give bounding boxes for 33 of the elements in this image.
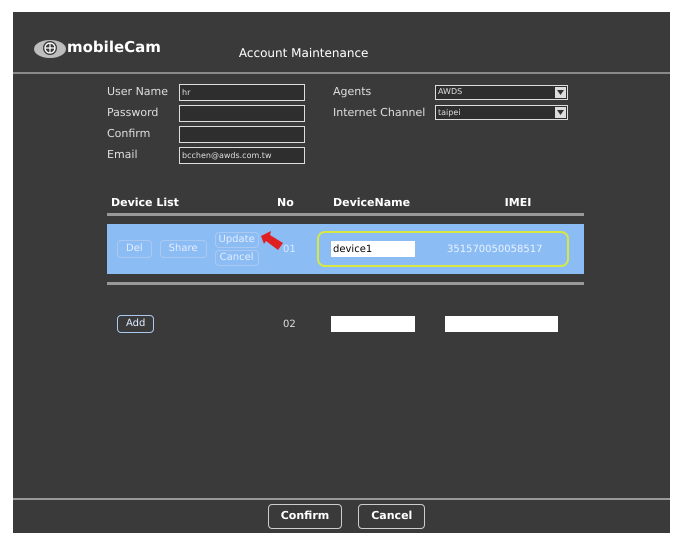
pointer-arrow-icon bbox=[259, 230, 285, 252]
field-label: Password bbox=[107, 105, 160, 122]
device-name-field[interactable]: device1 bbox=[331, 241, 415, 257]
dropdown-field[interactable]: taipei bbox=[435, 105, 568, 120]
row-number: 01 bbox=[283, 242, 296, 256]
device-name-field[interactable] bbox=[331, 316, 415, 332]
device-row[interactable]: Add 02 bbox=[107, 299, 584, 349]
footer-button[interactable]: Cancel bbox=[358, 504, 426, 529]
eye-globe-logo-icon bbox=[33, 38, 67, 60]
column-header: DeviceName bbox=[333, 195, 412, 212]
imei-text: 351570050058517 bbox=[447, 242, 544, 256]
row-number: 02 bbox=[283, 318, 296, 332]
field-label: User Name bbox=[107, 84, 170, 100]
dropdown-arrow-icon bbox=[555, 107, 566, 118]
text-field[interactable]: hr bbox=[179, 84, 305, 101]
footer-button[interactable]: Confirm bbox=[268, 504, 342, 529]
app-logo-text: mobileCam bbox=[67, 36, 161, 58]
field-label: Confirm bbox=[107, 126, 152, 142]
field-label: Agents bbox=[333, 84, 372, 100]
imei-field[interactable] bbox=[445, 316, 558, 332]
column-header: No bbox=[277, 195, 295, 212]
text-field[interactable] bbox=[179, 105, 305, 122]
column-header: Device List bbox=[110, 195, 180, 212]
field-label: Internet Channel bbox=[333, 104, 426, 120]
dropdown-field[interactable]: AWDS bbox=[435, 84, 568, 100]
page-title: Account Maintenance bbox=[238, 45, 368, 62]
text-field[interactable] bbox=[179, 126, 305, 143]
column-header: IMEI bbox=[504, 195, 532, 212]
text-field[interactable]: bcchen@awds.com.tw bbox=[179, 147, 305, 164]
field-label: Email bbox=[107, 147, 139, 164]
dropdown-arrow-icon bbox=[555, 86, 566, 98]
action-button[interactable]: Add bbox=[117, 315, 154, 333]
device-row[interactable]: Del Share Update Cancel 01 device1 351570050058517 bbox=[107, 224, 584, 274]
